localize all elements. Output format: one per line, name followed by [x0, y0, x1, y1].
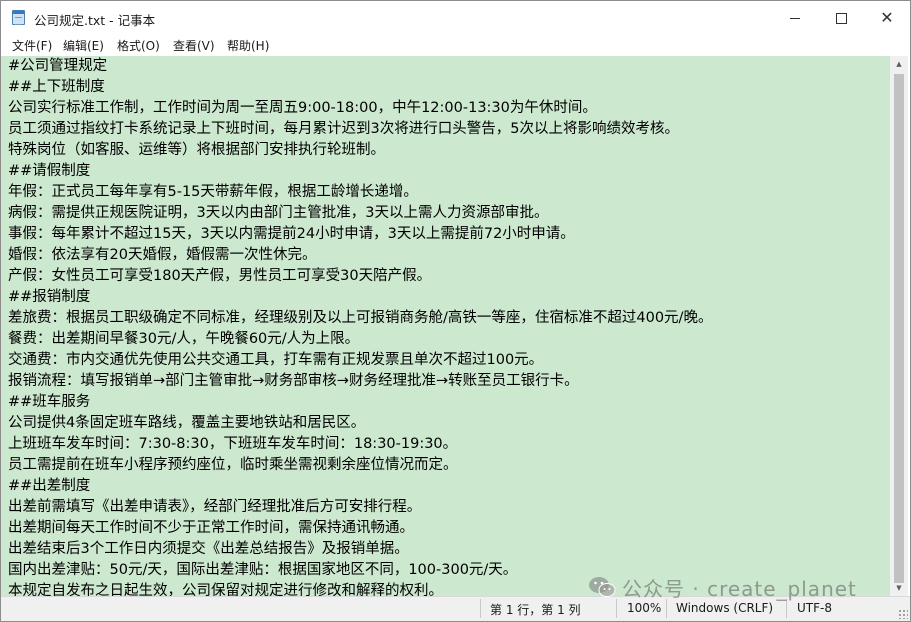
title-bar[interactable]: 公司规定.txt - 记事本 ✕ [1, 1, 910, 35]
minimize-button[interactable] [772, 1, 818, 35]
minimize-icon [790, 17, 800, 19]
watermark-text: 公众号 · create_planet [622, 576, 857, 601]
close-button[interactable]: ✕ [864, 1, 910, 35]
scroll-up-arrow-icon[interactable]: ▲ [890, 56, 908, 72]
menu-view[interactable]: 查看(V) [173, 37, 215, 54]
maximize-icon [835, 12, 847, 24]
text-line: 交通费：市内交通优先使用公共交通工具，打车需有正规发票且单次不超过100元。 [8, 352, 544, 368]
menu-edit[interactable]: 编辑(E) [63, 37, 104, 54]
watermark: 公众号 · create_planet [588, 570, 857, 604]
wechat-icon [589, 577, 616, 597]
text-line: 特殊岗位（如客服、运维等）将根据部门安排执行轮班制。 [8, 142, 385, 158]
text-line: 出差期间每天工作时间不少于正常工作时间，需保持通讯畅通。 [8, 520, 414, 536]
vertical-scrollbar[interactable]: ▲ ▼ [890, 56, 908, 596]
text-line: 出差前需填写《出差申请表》，经部门经理批准后方可安排行程。 [8, 499, 422, 515]
text-line: 产假：女性员工可享受180天产假，男性员工可享受30天陪产假。 [8, 268, 432, 284]
text-line: 餐费：出差期间早餐30元/人，午晚餐60元/人为上限。 [8, 331, 360, 347]
close-icon: ✕ [880, 8, 894, 27]
window-title: 公司规定.txt - 记事本 [34, 13, 156, 28]
text-line: ##报销制度 [8, 289, 91, 305]
text-line: ##出差制度 [8, 478, 91, 494]
text-line: 婚假：依法享有20天婚假，婚假需一次性休完。 [8, 247, 317, 263]
text-line: 本规定自发布之日起生效，公司保留对规定进行修改和解释的权利。 [8, 583, 443, 596]
text-line: 公司实行标准工作制，工作时间为周一至周五9:00-18:00，中午12:00-1… [8, 100, 597, 116]
text-line: 病假：需提供正规医院证明，3天以内由部门主管批准，3天以上需人力资源部审批。 [8, 205, 549, 221]
text-line: 员工须通过指纹打卡系统记录上下班时间，每月累计迟到3次将进行口头警告，5次以上将… [8, 121, 679, 137]
text-line: 出差结束后3个工作日内须提交《出差总结报告》及报销单据。 [8, 541, 409, 557]
status-divider [480, 599, 481, 618]
notepad-icon [12, 10, 25, 25]
text-line: 员工需提前在班车小程序预约座位，临时乘坐需视剩余座位情况而定。 [8, 457, 458, 473]
text-line: 上班班车发车时间：7:30-8:30，下班班车发车时间：18:30-19:30。 [8, 436, 458, 452]
text-line: 差旅费：根据员工职级确定不同标准，经理级别及以上可报销商务舱/高铁一等座，住宿标… [8, 310, 713, 326]
text-line: ##班车服务 [8, 394, 91, 410]
notepad-window: 公司规定.txt - 记事本 ✕ 文件(F) 编辑(E) 格式(O) 查看(V)… [0, 0, 911, 622]
cursor-position: 第 1 行，第 1 列 [490, 603, 581, 617]
scrollbar-thumb[interactable] [894, 74, 904, 583]
menu-bar: 文件(F) 编辑(E) 格式(O) 查看(V) 帮助(H) [1, 35, 910, 55]
resize-grip-icon[interactable] [898, 609, 908, 619]
text-line: 国内出差津贴：50元/天，国际出差津贴：根据国家地区不同，100-300元/天。 [8, 562, 518, 578]
text-line: 公司提供4条固定班车路线，覆盖主要地铁站和居民区。 [8, 415, 366, 431]
text-editor-area[interactable]: #公司管理规定 ##上下班制度 公司实行标准工作制，工作时间为周一至周五9:00… [1, 56, 890, 596]
text-line: 报销流程：填写报销单→部门主管审批→财务部审核→财务经理批准→转账至员工银行卡。 [8, 373, 579, 389]
text-line: ##上下班制度 [8, 79, 105, 95]
scroll-down-arrow-icon[interactable]: ▼ [890, 580, 908, 596]
text-line: ##请假制度 [8, 163, 91, 179]
menu-format[interactable]: 格式(O) [117, 37, 160, 54]
menu-file[interactable]: 文件(F) [12, 37, 52, 54]
text-line: 年假：正式员工每年享有5-15天带薪年假，根据工龄增长递增。 [8, 184, 418, 200]
maximize-button[interactable] [818, 1, 864, 35]
menu-help[interactable]: 帮助(H) [227, 37, 269, 54]
text-line: #公司管理规定 [8, 58, 108, 74]
text-line: 事假：每年累计不超过15天，3天以内需提前24小时申请，3天以上需提前72小时申… [8, 226, 575, 242]
